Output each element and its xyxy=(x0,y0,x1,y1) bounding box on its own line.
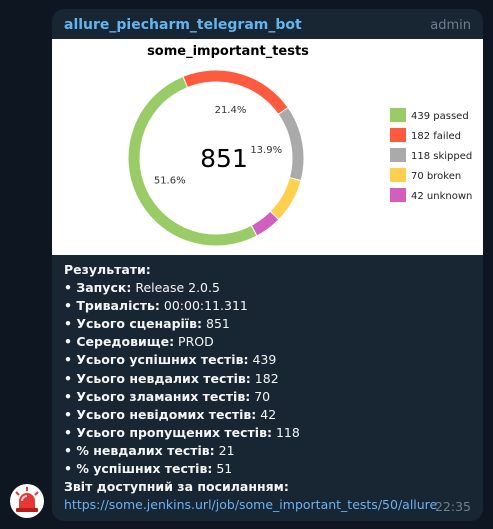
result-label: • Усього пропущених тестів: xyxy=(64,424,272,440)
result-line: • Усього невідомих тестів: 42 xyxy=(64,406,475,424)
sender-name[interactable]: allure_piecharm_telegram_bot xyxy=(64,17,302,33)
slice-skipped xyxy=(277,106,305,182)
result-line: • Усього пропущених тестів: 118 xyxy=(64,424,475,442)
legend-label: 42 unknown xyxy=(411,191,472,202)
result-value: Release 2.0.5 xyxy=(131,280,220,296)
chart-image[interactable]: some_important_tests 51.6% 21.4% 13.9% 851 43… xyxy=(52,39,483,255)
donut-chart: some_important_tests 51.6% 21.4% 13.9%851 43… xyxy=(127,44,472,247)
report-label: Звіт доступний за посиланням: xyxy=(64,479,289,495)
legend-swatch xyxy=(390,148,406,162)
result-value: 00:00:11.311 xyxy=(159,298,248,314)
bot-avatar[interactable] xyxy=(10,484,44,518)
legend-label: 182 failed xyxy=(411,131,461,142)
result-value: PROD xyxy=(174,334,214,350)
legend-swatch xyxy=(390,168,406,182)
legend-label: 439 passed xyxy=(411,111,469,122)
sender-role: admin xyxy=(430,18,471,33)
legend-label: 118 skipped xyxy=(411,151,472,162)
slice-broken xyxy=(269,176,302,221)
slice-pct-label: 13.9% xyxy=(250,145,282,156)
siren-icon xyxy=(15,487,39,512)
result-label: • Усього невідомих тестів: xyxy=(64,406,257,422)
slice-pct-label: 51.6% xyxy=(154,175,186,186)
result-line: • Усього невдалих тестів: 182 xyxy=(64,370,475,388)
result-line: • Середовище: PROD xyxy=(64,333,475,351)
legend-swatch xyxy=(390,108,406,122)
result-value: 51 xyxy=(212,461,233,477)
result-value: 439 xyxy=(248,352,277,368)
legend-swatch xyxy=(390,128,406,142)
result-label: • Усього невдалих тестів: xyxy=(64,370,251,386)
result-line: • Усього сценаріїв: 851 xyxy=(64,315,475,333)
slice-unknown xyxy=(250,210,280,237)
result-label: • Тривалість: xyxy=(64,298,160,314)
result-line: Результати: xyxy=(64,261,475,279)
message-text: Результати: • Запуск: Release 2.0.5 • Трив… xyxy=(64,261,475,514)
result-value: 851 xyxy=(202,316,230,332)
result-value: 70 xyxy=(250,388,271,404)
chart-center-total: 851 xyxy=(200,144,248,173)
legend-label: 70 broken xyxy=(411,171,461,182)
chart-title: some_important_tests xyxy=(147,44,309,59)
report-link[interactable]: https://some.jenkins.url/job/some_import… xyxy=(64,496,475,514)
result-value: 182 xyxy=(250,370,279,386)
result-label: • % невдалих тестів: xyxy=(64,442,215,458)
result-label: • Усього сценаріїв: xyxy=(64,316,203,332)
result-label: Результати: xyxy=(64,262,151,277)
result-label: • Усього успішних тестів: xyxy=(64,352,249,368)
result-line: • % невдалих тестів: 21 xyxy=(64,442,475,460)
result-value: 118 xyxy=(271,424,300,440)
result-label: • Середовище: xyxy=(64,334,175,350)
result-line: • Запуск: Release 2.0.5 xyxy=(64,279,475,297)
result-label: • Усього зламаних тестів: xyxy=(64,388,251,404)
result-line: • Тривалість: 00:00:11.311 xyxy=(64,297,475,315)
result-value: 21 xyxy=(214,442,235,458)
message-bubble: allure_piecharm_telegram_bot admin some_… xyxy=(52,9,483,521)
message-header: allure_piecharm_telegram_bot admin xyxy=(64,17,471,37)
message-time: 22:35 xyxy=(434,499,471,514)
result-line: • Усього зламаних тестів: 70 xyxy=(64,388,475,406)
result-line: • % успішних тестів: 51 xyxy=(64,460,475,478)
slice-pct-label: 21.4% xyxy=(215,105,247,116)
result-label: • % успішних тестів: xyxy=(64,461,213,477)
result-label: • Запуск: xyxy=(64,280,132,296)
result-line: • Усього успішних тестів: 439 xyxy=(64,351,475,369)
legend-swatch xyxy=(390,188,406,202)
result-value: 42 xyxy=(256,406,277,422)
